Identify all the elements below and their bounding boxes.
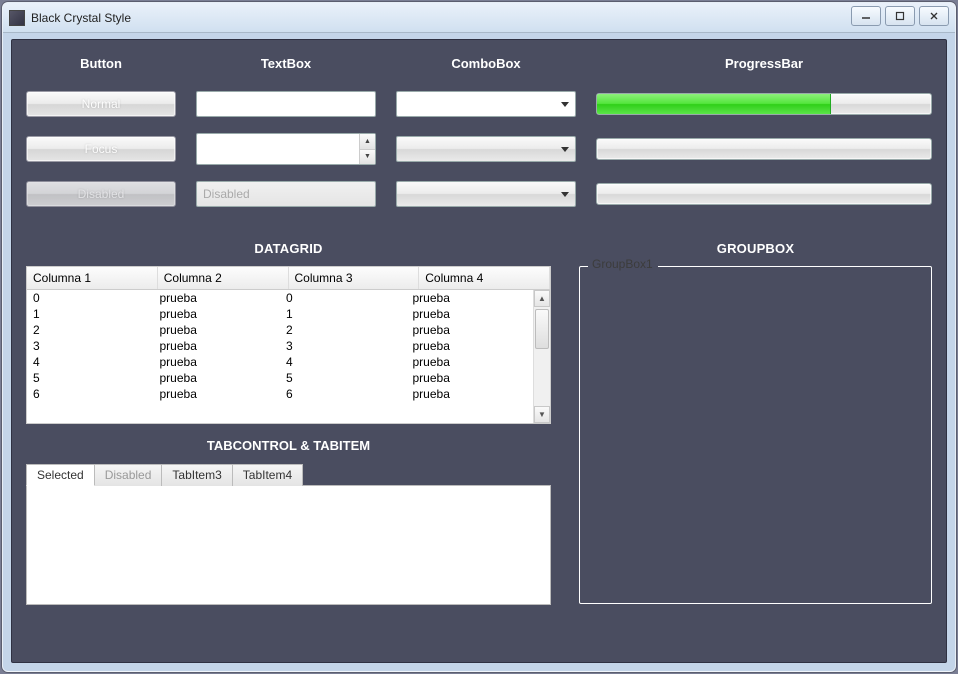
datagrid-title: DATAGRID (26, 241, 551, 256)
scroll-track[interactable] (534, 307, 550, 406)
header-button: Button (26, 56, 176, 71)
table-cell: 2 (280, 322, 407, 338)
combobox-styled[interactable] (396, 136, 576, 162)
datagrid-header[interactable]: Columna 3 (289, 267, 420, 289)
table-cell: 1 (280, 306, 407, 322)
datagrid-body[interactable]: 0prueba0prueba1prueba1prueba2prueba2prue… (27, 290, 550, 423)
spinner-up-icon[interactable]: ▲ (360, 134, 375, 150)
table-cell: 0 (27, 290, 154, 306)
table-cell: 5 (280, 370, 407, 386)
table-cell: 0 (280, 290, 407, 306)
table-cell: 2 (27, 322, 154, 338)
table-cell: prueba (407, 322, 534, 338)
progressbar-empty-2 (596, 183, 932, 205)
header-progressbar: ProgressBar (596, 56, 932, 71)
header-combobox: ComboBox (396, 56, 576, 71)
scroll-down-icon[interactable]: ▼ (534, 406, 550, 423)
table-cell: 6 (27, 386, 154, 402)
progressbar-fill (597, 94, 831, 114)
dropdown-icon[interactable] (555, 137, 575, 161)
tab-tabitem4[interactable]: TabItem4 (233, 464, 303, 486)
table-cell: prueba (407, 386, 534, 402)
table-cell: prueba (154, 354, 281, 370)
tab-disabled: Disabled (95, 464, 163, 486)
header-textbox: TextBox (196, 56, 376, 71)
table-cell: prueba (407, 370, 534, 386)
client-area: Button TextBox ComboBox ProgressBar Norm… (11, 39, 947, 663)
table-cell: 4 (27, 354, 154, 370)
table-row[interactable]: 6prueba6prueba (27, 386, 533, 402)
table-cell: 5 (27, 370, 154, 386)
close-button[interactable] (919, 6, 949, 26)
table-cell: prueba (154, 306, 281, 322)
button-normal-label: Normal (82, 97, 121, 111)
scroll-thumb[interactable] (535, 309, 549, 349)
button-focus[interactable]: Focus (26, 136, 176, 162)
scrollbar-vertical[interactable]: ▲ ▼ (533, 290, 550, 423)
button-normal[interactable]: Normal (26, 91, 176, 117)
textbox-disabled-placeholder: Disabled (203, 187, 250, 201)
tab-content (26, 485, 551, 605)
table-cell: prueba (154, 290, 281, 306)
maximize-button[interactable] (885, 6, 915, 26)
table-row[interactable]: 3prueba3prueba (27, 338, 533, 354)
table-cell: prueba (407, 338, 534, 354)
table-row[interactable]: 4prueba4prueba (27, 354, 533, 370)
groupbox-legend: GroupBox1 (592, 257, 653, 271)
table-cell: 1 (27, 306, 154, 322)
table-cell: prueba (154, 386, 281, 402)
table-row[interactable]: 0prueba0prueba (27, 290, 533, 306)
minimize-button[interactable] (851, 6, 881, 26)
progressbar-empty-1 (596, 138, 932, 160)
spinner-down-icon[interactable]: ▼ (360, 150, 375, 165)
textbox-numeric[interactable]: ▲ ▼ (196, 133, 376, 165)
groupbox: GroupBox1 (579, 266, 932, 604)
table-row[interactable]: 5prueba5prueba (27, 370, 533, 386)
groupbox-section: GROUPBOX GroupBox1 (579, 241, 932, 605)
table-cell: prueba (407, 290, 534, 306)
button-disabled-label: Disabled (78, 187, 125, 201)
datagrid-header-row: Columna 1 Columna 2 Columna 3 Columna 4 (27, 267, 550, 290)
tabcontrol-section: TABCONTROL & TABITEM SelectedDisabledTab… (26, 438, 551, 605)
datagrid-header[interactable]: Columna 1 (27, 267, 158, 289)
button-disabled: Disabled (26, 181, 176, 207)
app-icon (9, 10, 25, 26)
tab-selected[interactable]: Selected (26, 464, 95, 486)
tabstrip: SelectedDisabledTabItem3TabItem4 (26, 463, 551, 485)
table-row[interactable]: 2prueba2prueba (27, 322, 533, 338)
table-cell: prueba (154, 370, 281, 386)
dropdown-icon (555, 182, 575, 206)
groupbox-title: GROUPBOX (579, 241, 932, 256)
tabcontrol-title: TABCONTROL & TABITEM (26, 438, 551, 453)
table-row[interactable]: 1prueba1prueba (27, 306, 533, 322)
table-cell: prueba (154, 322, 281, 338)
titlebar[interactable]: Black Crystal Style (3, 3, 955, 33)
scroll-up-icon[interactable]: ▲ (534, 290, 550, 307)
tab-tabitem3[interactable]: TabItem3 (162, 464, 232, 486)
table-cell: prueba (154, 338, 281, 354)
combobox-disabled (396, 181, 576, 207)
button-focus-label: Focus (85, 142, 118, 156)
progressbar-filled (596, 93, 932, 115)
table-cell: prueba (407, 306, 534, 322)
datagrid-header[interactable]: Columna 4 (419, 267, 550, 289)
table-cell: 3 (27, 338, 154, 354)
table-cell: 3 (280, 338, 407, 354)
table-cell: 6 (280, 386, 407, 402)
table-cell: 4 (280, 354, 407, 370)
datagrid-header[interactable]: Columna 2 (158, 267, 289, 289)
table-cell: prueba (407, 354, 534, 370)
window-title: Black Crystal Style (31, 11, 131, 25)
dropdown-icon[interactable] (555, 92, 575, 116)
textbox-normal[interactable] (196, 91, 376, 117)
datagrid-section: DATAGRID Columna 1 Columna 2 Columna 3 C… (26, 241, 551, 605)
datagrid[interactable]: Columna 1 Columna 2 Columna 3 Columna 4 … (26, 266, 551, 424)
textbox-disabled: Disabled (196, 181, 376, 207)
combobox-normal[interactable] (396, 91, 576, 117)
window-frame: Black Crystal Style Button TextBox Combo… (2, 2, 956, 672)
spinner[interactable]: ▲ ▼ (359, 134, 375, 164)
